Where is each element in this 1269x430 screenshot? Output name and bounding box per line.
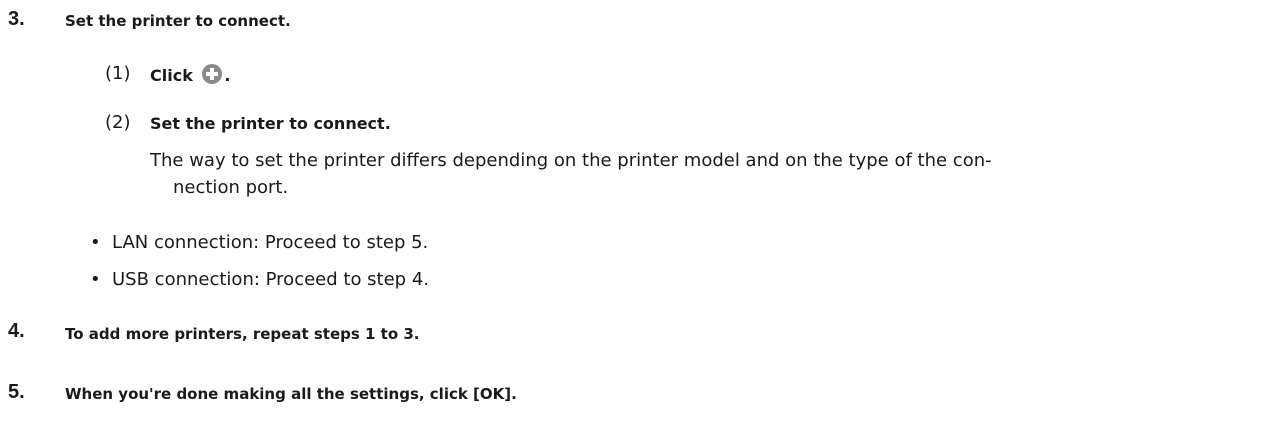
- substep-2-text: Set the printer to connect.: [150, 114, 391, 133]
- bullet-item-usb: • USB connection: Proceed to step 4.: [90, 269, 429, 290]
- bullet-item-lan: • LAN connection: Proceed to step 5.: [90, 232, 428, 253]
- description-line: nection port.: [173, 177, 289, 198]
- bullet-text: LAN connection: Proceed to step 5.: [112, 232, 429, 253]
- step-4-number: 4.: [8, 320, 25, 342]
- substep-1-prefix: Click: [150, 66, 193, 85]
- step-5-heading: When you're done making all the settings…: [65, 385, 517, 403]
- description-line: The way to set the printer differs depen…: [150, 150, 992, 171]
- add-circle-icon: [202, 64, 223, 84]
- substep-1-number: (1): [105, 63, 131, 84]
- substep-1-suffix: .: [224, 66, 231, 85]
- step-5-number: 5.: [8, 381, 25, 403]
- bullet-dot: •: [90, 269, 101, 290]
- substep-2-description: The way to set the printer differs depen…: [150, 147, 992, 201]
- bullet-dot: •: [90, 232, 101, 253]
- step-3-heading: Set the printer to connect.: [65, 12, 291, 30]
- substep-1-text: Click .: [150, 64, 231, 85]
- step-4-heading: To add more printers, repeat steps 1 to …: [65, 325, 420, 343]
- step-3-number: 3.: [8, 8, 25, 30]
- substep-2-number: (2): [105, 112, 131, 133]
- bullet-text: USB connection: Proceed to step 4.: [112, 269, 430, 290]
